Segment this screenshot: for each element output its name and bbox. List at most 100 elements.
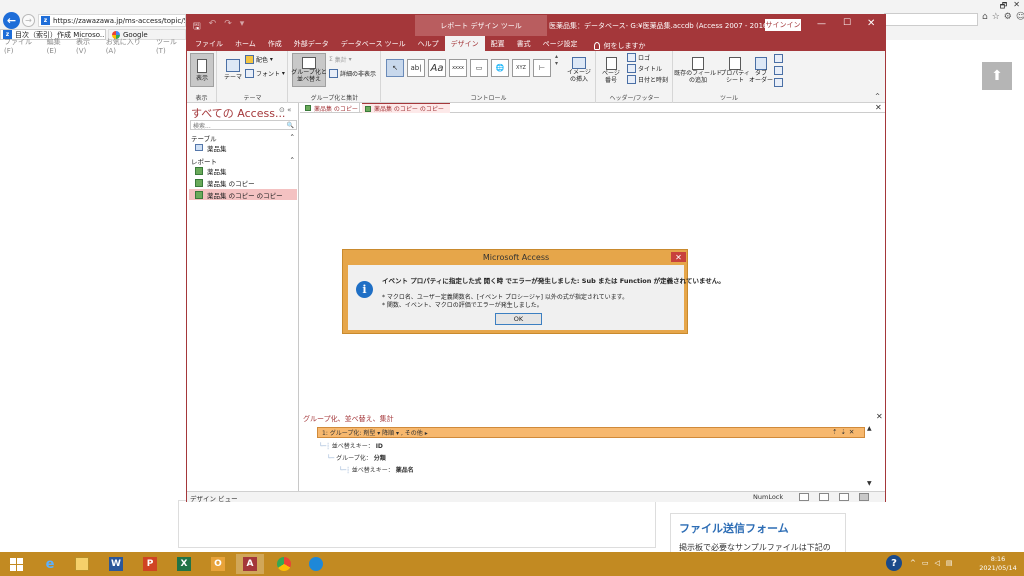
ime-icon[interactable]: ▤ — [946, 559, 953, 567]
tab-file[interactable]: ファイル — [189, 36, 229, 51]
taskbar-ie[interactable]: e — [36, 554, 64, 574]
sort-row[interactable]: └─┆ 並べ替えキー： ID — [319, 441, 383, 450]
totals-button[interactable]: Σ 集計 ▾ — [329, 55, 352, 64]
select-pointer-icon[interactable]: ↖ — [386, 59, 404, 77]
doc-tab[interactable]: 薬品集 のコピー — [302, 103, 360, 113]
help-icon[interactable]: ? — [886, 555, 902, 571]
close-pane-icon[interactable]: ✕ — [876, 412, 883, 421]
pane-scroll-up-icon[interactable]: ▲ — [867, 425, 872, 432]
view-button[interactable]: 表示 — [190, 53, 214, 87]
signin-button[interactable]: サインイン — [765, 19, 801, 31]
close-document-icon[interactable]: ✕ — [875, 103, 882, 112]
nav-shutter-icon[interactable]: « — [287, 106, 291, 114]
taskbar-edge[interactable] — [302, 554, 330, 574]
scroll-to-top-button[interactable]: ⬆ — [982, 62, 1012, 90]
add-existing-fields-button[interactable]: 既存のフィールド の追加 — [674, 53, 722, 87]
menu-view[interactable]: 表示(V) — [76, 37, 100, 55]
nav-report-item[interactable]: 薬品集 のコピー — [189, 177, 297, 188]
maximize-icon[interactable]: ☐ — [843, 18, 851, 28]
card-title[interactable]: ファイル送信フォーム — [679, 520, 837, 536]
tab-external-data[interactable]: 外部データ — [288, 36, 335, 51]
tell-me-box[interactable]: 何をしますか — [593, 41, 646, 51]
layout-view-icon[interactable] — [839, 493, 849, 501]
taskbar-outlook[interactable]: O — [204, 554, 232, 574]
page-comment-box[interactable] — [178, 500, 656, 548]
logo-button[interactable]: ロゴ — [627, 53, 650, 62]
minimize-icon[interactable]: — — [817, 19, 826, 29]
customize-qat-icon[interactable]: ▾ — [240, 19, 245, 35]
textbox-control-icon[interactable]: ab| — [407, 59, 425, 77]
taskbar-powerpoint[interactable]: P — [136, 554, 164, 574]
close-icon[interactable]: ✕ — [867, 18, 875, 29]
ok-button[interactable]: OK — [495, 313, 542, 325]
nav-report-item-selected[interactable]: 薬品集 のコピー のコピー — [189, 189, 297, 200]
themes-button[interactable]: テーマ — [222, 53, 244, 87]
tab-format[interactable]: 書式 — [511, 36, 537, 51]
group-row[interactable]: └─ グループ化： 分類 — [327, 453, 386, 462]
insert-image-button[interactable]: イメージ の挿入 — [564, 53, 594, 87]
close-icon[interactable]: ✕ — [1013, 0, 1020, 10]
group-level-row[interactable]: 1: グループ化: 剤型 ▾ 降順 ▾ , その他 ▸ — [317, 427, 865, 438]
controls-scroll[interactable]: ▴ ▾ — [555, 53, 558, 67]
tray-chevron-icon[interactable]: ^ — [910, 559, 916, 567]
line-control-icon[interactable]: ⊢ — [533, 59, 551, 77]
home-icon[interactable]: ⌂ — [982, 12, 988, 26]
dialog-close-button[interactable]: ✕ — [671, 252, 686, 262]
collapse-ribbon-icon[interactable]: ^ — [875, 93, 880, 100]
doc-tab-active[interactable]: 薬品集 のコピー のコピー — [362, 103, 450, 113]
design-view-icon[interactable] — [859, 493, 869, 501]
clock[interactable]: 8:16 2021/05/14 — [974, 555, 1022, 573]
code-icon[interactable] — [774, 66, 783, 75]
taskbar-chrome[interactable] — [270, 554, 298, 574]
delete-icon[interactable]: ✕ — [849, 428, 854, 436]
gear-icon[interactable]: ⚙ — [1004, 12, 1012, 26]
save-icon[interactable]: 🖫 — [193, 19, 201, 35]
nav-menu-icon[interactable]: ⊙ — [279, 106, 285, 114]
taskbar-word[interactable]: W — [102, 554, 130, 574]
menu-edit[interactable]: 編集(E) — [47, 37, 70, 55]
redo-icon[interactable]: ↷ — [224, 19, 232, 35]
tab-order-button[interactable]: タブ オーダー — [749, 53, 773, 87]
start-button[interactable] — [0, 552, 32, 576]
tab-home[interactable]: ホーム — [229, 36, 262, 51]
move-down-icon[interactable]: ⇣ — [840, 428, 845, 436]
menu-favorites[interactable]: お気に入り(A) — [106, 37, 150, 55]
smiley-icon[interactable]: ☺ — [1016, 12, 1024, 26]
tab-database-tools[interactable]: データベース ツール — [335, 36, 412, 51]
menu-tools[interactable]: ツール(T) — [156, 37, 186, 55]
nav-search-input[interactable]: 検索... 🔍 — [190, 120, 297, 130]
volume-icon[interactable]: ◁ — [935, 559, 940, 567]
report-view-icon[interactable] — [799, 493, 809, 501]
datetime-button[interactable]: 日付と時刻 — [627, 75, 668, 84]
colors-button[interactable]: 配色 ▾ — [245, 55, 273, 64]
label-control-icon[interactable]: Aa — [428, 59, 446, 77]
print-preview-icon[interactable] — [819, 493, 829, 501]
fonts-button[interactable]: フォント ▾ — [245, 69, 285, 78]
star-icon[interactable]: ☆ — [992, 12, 1000, 26]
tab-help[interactable]: ヘルプ — [412, 36, 445, 51]
group-sort-button[interactable]: グループ化と 並べ替え — [291, 53, 327, 87]
move-up-icon[interactable]: ⇡ — [832, 428, 837, 436]
pane-scroll-down-icon[interactable]: ▼ — [867, 480, 872, 487]
sort-row[interactable]: └─┆ 並べ替えキー： 薬品名 — [339, 465, 414, 474]
nav-report-item[interactable]: 薬品集 — [189, 165, 297, 176]
tab-arrange[interactable]: 配置 — [485, 36, 511, 51]
nav-table-item[interactable]: 薬品集 — [189, 142, 297, 153]
tab-page-setup[interactable]: ページ設定 — [537, 36, 584, 51]
page-number-button[interactable]: ページ 番号 — [599, 53, 623, 87]
taskbar-explorer[interactable] — [68, 554, 96, 574]
tab-create[interactable]: 作成 — [262, 36, 288, 51]
taskbar-excel[interactable]: X — [170, 554, 198, 574]
address-bar[interactable]: z https://zawazawa.jp/ms-access/topic/56… — [38, 14, 186, 27]
nav-pane-header[interactable]: すべての Access... — [191, 105, 285, 121]
browser-search-box[interactable] — [884, 13, 978, 26]
forward-button[interactable]: → — [22, 14, 35, 27]
hyperlink-control-icon[interactable]: 🌐 — [491, 59, 509, 77]
undo-icon[interactable]: ↶ — [209, 19, 217, 35]
subform-icon[interactable] — [774, 54, 783, 63]
back-button[interactable]: ← — [3, 12, 20, 29]
restore-icon[interactable]: 🗗 — [1000, 0, 1008, 10]
property-sheet-button[interactable]: プロパティ シート — [720, 53, 750, 87]
option-group-control-icon[interactable]: XYZ — [512, 59, 530, 77]
convert-macro-icon[interactable] — [774, 78, 783, 87]
